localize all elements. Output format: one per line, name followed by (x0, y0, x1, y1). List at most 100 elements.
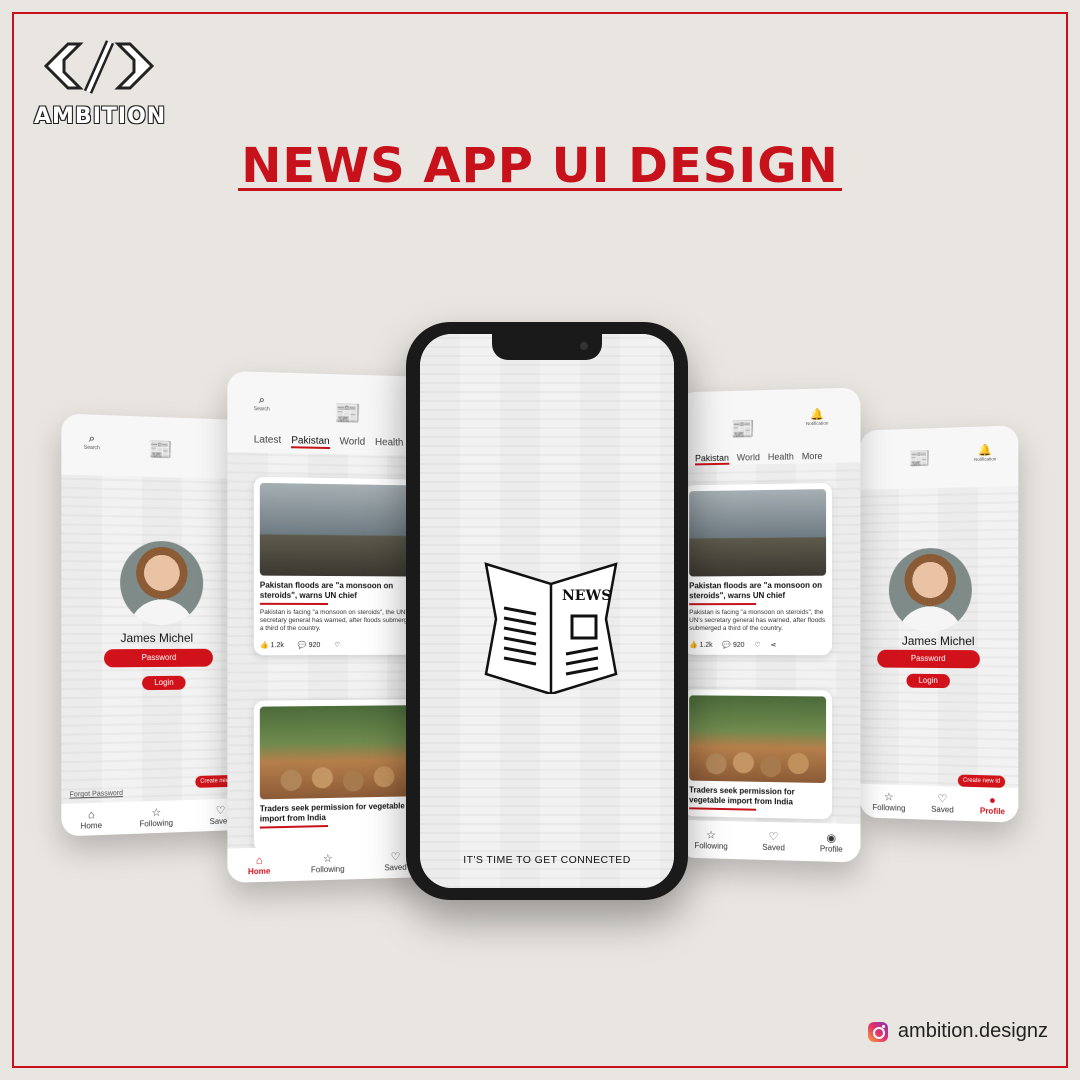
like-count: 1.2k (699, 641, 713, 649)
like-button[interactable]: 👍 1.2k (260, 641, 284, 649)
bottom-nav: ☆ Following ♡ Saved ● Profile (859, 783, 1019, 823)
tab-pakistan[interactable]: Pakistan (291, 435, 330, 450)
nav-home[interactable]: ⌂ Home (80, 808, 102, 830)
nav-following-label: Following (139, 817, 174, 829)
news-card[interactable]: Traders seek permission for vegetable im… (683, 689, 833, 820)
article-title: Pakistan floods are "a monsoon on steroi… (689, 580, 823, 601)
comment-count: 920 (308, 642, 321, 650)
bottom-nav: ☆ Following ♡ Saved ◉ Profile (677, 819, 861, 863)
heart-icon: ♡ (937, 792, 948, 805)
notification-button[interactable]: 🔔 Notification (974, 444, 996, 462)
save-button[interactable]: ♡ (334, 641, 340, 649)
article-body: Pakistan is facing "a monsoon on steroid… (689, 608, 826, 633)
share-button[interactable]: ⋖ (771, 641, 777, 649)
nav-following[interactable]: ☆ Following (311, 852, 345, 874)
user-name: James Michel (901, 633, 975, 649)
search-button[interactable]: ⌕ Search (253, 394, 270, 413)
article-title: Traders seek permission for vegetable im… (689, 785, 795, 807)
nav-following-label: Following (872, 802, 906, 813)
password-field[interactable]: Password (104, 648, 213, 668)
comment-icon: 💬 (297, 642, 307, 650)
tab-health[interactable]: Health (375, 437, 403, 451)
login-button[interactable]: Login (906, 673, 950, 689)
news-card[interactable]: Pakistan floods are "a monsoon on steroi… (683, 482, 833, 656)
notification-button[interactable]: 🔔 Notification (805, 408, 829, 427)
nav-saved[interactable]: ♡ Saved (762, 830, 785, 852)
bell-icon: 🔔 (810, 408, 825, 421)
brand-mark-icon (43, 40, 155, 94)
nav-profile-label: Profile (819, 843, 843, 854)
news-card[interactable]: Pakistan floods are "a monsoon on steroi… (253, 476, 421, 656)
app-header: 📰 🔔 Notification (859, 425, 1019, 490)
title-rule (689, 603, 757, 606)
search-label: Search (83, 444, 100, 452)
newspaper-icon: 📰 (333, 400, 362, 426)
tab-more[interactable]: More (802, 451, 823, 463)
nav-saved-label: Saved (762, 842, 785, 852)
star-icon: ☆ (706, 829, 716, 842)
star-icon: ☆ (151, 806, 162, 819)
notification-label: Notification (805, 420, 829, 427)
comment-button[interactable]: 💬 920 (298, 641, 320, 649)
nav-saved[interactable]: ♡ Saved (384, 850, 406, 872)
heart-icon: ♡ (334, 641, 341, 649)
tab-world[interactable]: World (340, 436, 366, 450)
article-stats: 👍 1.2k 💬 920 ♡ (260, 641, 415, 649)
feed-screen-right: 📰 🔔 Notification Pakistan World Health M… (677, 387, 861, 863)
nav-home-label: Home (80, 820, 103, 831)
splash-screen: NEWS IT'S TIME TO GET CONNECTED (420, 334, 674, 888)
tab-latest[interactable]: Latest (254, 434, 281, 448)
avatar (888, 547, 972, 633)
tagline: IT'S TIME TO GET CONNECTED (463, 854, 631, 866)
nav-profile[interactable]: ◉ Profile (820, 832, 843, 854)
search-icon: ⌕ (88, 432, 95, 446)
tab-pakistan[interactable]: Pakistan (695, 452, 729, 466)
comment-count: 920 (732, 641, 745, 649)
tab-world[interactable]: World (737, 452, 760, 464)
tab-health[interactable]: Health (768, 451, 794, 464)
share-icon: ⋖ (770, 642, 777, 650)
newspaper-icon: 📰 (730, 418, 755, 441)
social-handle[interactable]: ambition.designz (867, 1020, 1048, 1043)
nav-following-label: Following (310, 864, 345, 874)
nav-following[interactable]: ☆ Following (873, 791, 906, 813)
notification-label: Notification (973, 456, 997, 462)
login-button[interactable]: Login (142, 675, 186, 691)
article-title: Traders seek permission for vegetable im… (259, 801, 405, 824)
login-screen-right: 📰 🔔 Notification James Michel Password L… (859, 425, 1019, 823)
article-image (689, 489, 827, 577)
star-icon: ☆ (322, 852, 333, 865)
page-title: NEWS APP UI DESIGN (241, 138, 839, 194)
article-image (259, 705, 415, 800)
phone-mockup: NEWS IT'S TIME TO GET CONNECTED (406, 322, 688, 900)
profile-icon: ● (989, 794, 996, 807)
handle-text: ambition.designz (897, 1020, 1048, 1042)
save-button[interactable]: ♡ (754, 641, 760, 649)
feed-screen-left: ⌕ Search 📰 Latest Pakistan World Health … (227, 371, 427, 883)
article-title: Pakistan floods are "a monsoon on steroi… (259, 580, 394, 601)
star-icon: ☆ (884, 790, 894, 804)
nav-following[interactable]: ☆ Following (140, 806, 173, 828)
search-button[interactable]: ⌕ Search (84, 433, 100, 452)
like-icon: 👍 (689, 641, 698, 649)
nav-saved[interactable]: ♡ Saved (931, 792, 954, 814)
news-card[interactable]: Traders seek permission for vegetable im… (253, 699, 421, 852)
nav-following[interactable]: ☆ Following (695, 829, 728, 850)
login-screen-left: ⌕ Search 📰 James Michel Password Login F… (61, 413, 250, 837)
heart-icon: ♡ (215, 804, 226, 817)
search-label: Search (253, 406, 270, 413)
home-icon: ⌂ (255, 854, 263, 867)
search-icon: ⌕ (258, 394, 265, 407)
bottom-nav: ⌂ Home ☆ Following ♡ Saved (227, 843, 427, 883)
nav-profile[interactable]: ● Profile (980, 794, 1005, 816)
nav-home[interactable]: ⌂ Home (248, 854, 270, 876)
like-button[interactable]: 👍 1.2k (689, 641, 712, 649)
user-name: James Michel (120, 630, 194, 646)
newspaper-icon: 📰 (148, 438, 173, 462)
title-underline (238, 188, 842, 191)
newspaper-icon: 📰 (908, 448, 931, 469)
password-field[interactable]: Password (877, 649, 980, 669)
nav-saved-label: Saved (931, 804, 954, 815)
comment-button[interactable]: 💬 920 (722, 641, 744, 649)
heart-icon: ♡ (754, 641, 761, 649)
